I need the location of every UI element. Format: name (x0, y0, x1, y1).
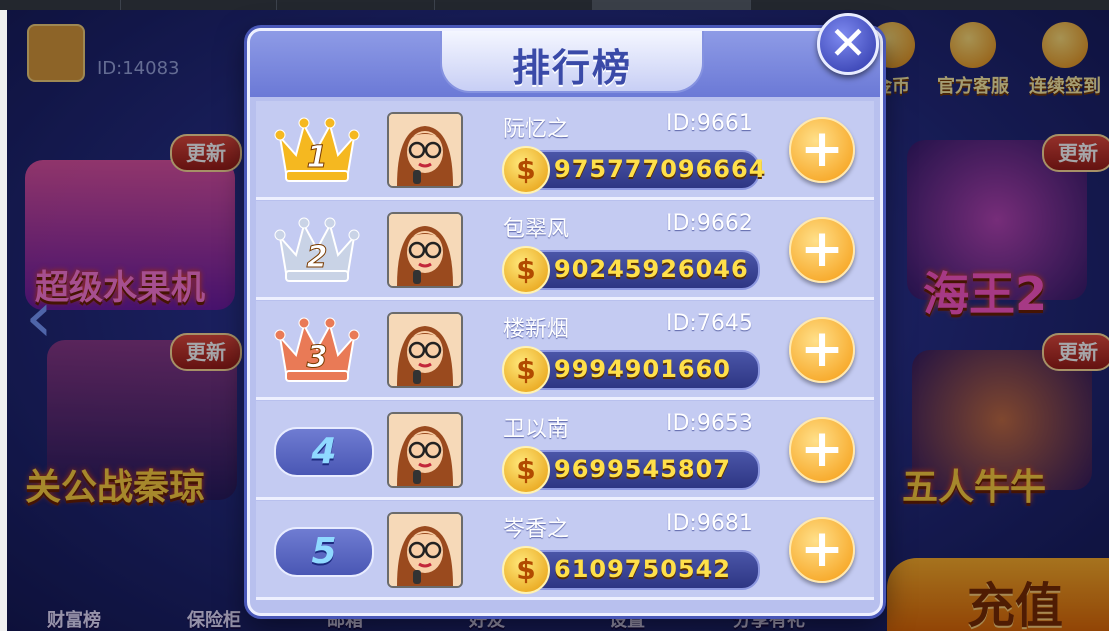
leaderboard-row: 4 卫以南 ID:9653 $9699545807 + (256, 401, 874, 500)
add-friend-button[interactable]: + (789, 517, 855, 583)
leaderboard-modal: 排行榜 1 阮忆之 ID:9661 $975777096664 +2 包翠风 ID:9662… (247, 28, 883, 616)
coin-value: 90245926046 (554, 255, 749, 283)
avatar[interactable] (387, 412, 463, 488)
player-id: ID:9661 (666, 111, 753, 136)
desktop-edge (0, 10, 7, 631)
avatar[interactable] (387, 212, 463, 288)
browser-tab[interactable] (120, 0, 277, 10)
add-friend-button[interactable]: + (789, 417, 855, 483)
add-friend-button[interactable]: + (789, 217, 855, 283)
coin-value: 9994901660 (554, 355, 731, 383)
add-friend-button[interactable]: + (789, 317, 855, 383)
leaderboard-row: 2 包翠风 ID:9662 $90245926046 + (256, 201, 874, 300)
player-id: ID:7645 (666, 311, 753, 336)
avatar[interactable] (387, 112, 463, 188)
coin-value: 6109750542 (554, 555, 731, 583)
rank-number: 5 (274, 527, 374, 577)
browser-tab[interactable] (434, 0, 593, 10)
browser-tab-active[interactable] (592, 0, 751, 10)
coin-value: 9699545807 (554, 455, 731, 483)
crown-icon: 1 (274, 111, 360, 185)
rank-number: 2 (307, 240, 328, 275)
coin-bar: $90245926046 (502, 246, 760, 294)
rank-number: 1 (307, 140, 328, 175)
coin-bar: $9994901660 (502, 346, 760, 394)
rank-number: 3 (307, 340, 328, 375)
close-icon[interactable]: ✕ (817, 13, 879, 75)
leaderboard-row: 1 阮忆之 ID:9661 $975777096664 + (256, 101, 874, 200)
browser-tab[interactable] (0, 0, 121, 10)
player-id: ID:9662 (666, 211, 753, 236)
coin-icon: $ (502, 446, 550, 494)
modal-title: 排行榜 (511, 46, 632, 90)
coin-value: 975777096664 (554, 155, 767, 183)
leaderboard-row: 5 岑香之 ID:9681 $6109750542 + (256, 501, 874, 600)
coin-icon: $ (502, 246, 550, 294)
player-name: 卫以南 (503, 417, 570, 442)
crown-icon: 3 (274, 311, 360, 385)
avatar[interactable] (387, 312, 463, 388)
player-name: 阮忆之 (503, 117, 570, 142)
avatar[interactable] (387, 512, 463, 588)
player-name: 楼新烟 (503, 317, 570, 342)
browser-tab-strip (0, 0, 1109, 10)
browser-tab[interactable] (276, 0, 435, 10)
player-id: ID:9653 (666, 411, 753, 436)
rank-number: 4 (274, 427, 374, 477)
player-name: 包翠风 (503, 217, 570, 242)
coin-icon: $ (502, 546, 550, 594)
coin-bar: $9699545807 (502, 446, 760, 494)
leaderboard-row: 3 楼新烟 ID:7645 $9994901660 + (256, 301, 874, 400)
coin-icon: $ (502, 146, 550, 194)
title-tab: 排行榜 (440, 31, 704, 93)
player-id: ID:9681 (666, 511, 753, 536)
player-name: 岑香之 (503, 517, 570, 542)
coin-bar: $975777096664 (502, 146, 765, 194)
coin-bar: $6109750542 (502, 546, 760, 594)
coin-icon: $ (502, 346, 550, 394)
add-friend-button[interactable]: + (789, 117, 855, 183)
crown-icon: 2 (274, 211, 360, 285)
